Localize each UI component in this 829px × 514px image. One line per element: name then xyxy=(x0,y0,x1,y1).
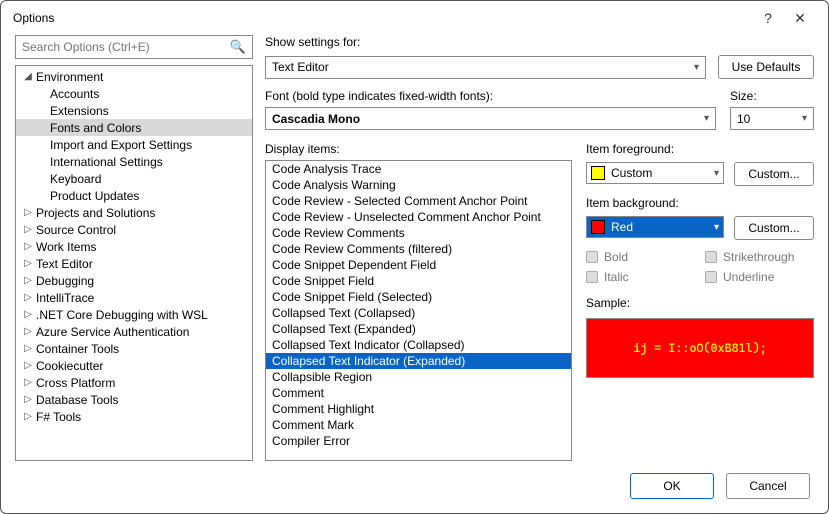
sample-preview: ij = I::oO(0xB81l); xyxy=(586,318,814,378)
font-label: Font (bold type indicates fixed-width fo… xyxy=(265,89,716,103)
tree-item[interactable]: ▷Cross Platform xyxy=(16,374,252,391)
item-foreground-label: Item foreground: xyxy=(586,142,814,156)
chevron-right-icon: ▷ xyxy=(22,343,34,354)
chevron-right-icon: ▷ xyxy=(22,292,34,303)
search-input[interactable] xyxy=(22,40,230,54)
list-item[interactable]: Code Review Comments xyxy=(266,225,571,241)
chevron-right-icon: ▷ xyxy=(22,394,34,405)
size-select[interactable]: 10 ▾ xyxy=(730,107,814,130)
chevron-right-icon: ▷ xyxy=(22,207,34,218)
close-button[interactable]: ✕ xyxy=(784,10,816,27)
list-item[interactable]: Code Snippet Dependent Field xyxy=(266,257,571,273)
foreground-swatch xyxy=(591,166,605,180)
tree-item[interactable]: ▷F# Tools xyxy=(16,408,252,425)
list-item[interactable]: Comment Highlight xyxy=(266,401,571,417)
tree-item[interactable]: ▷Database Tools xyxy=(16,391,252,408)
chevron-right-icon: ▷ xyxy=(22,309,34,320)
list-item[interactable]: Code Analysis Trace xyxy=(266,161,571,177)
tree-item[interactable]: ▷Container Tools xyxy=(16,340,252,357)
tree-item[interactable]: Extensions xyxy=(16,102,252,119)
font-select[interactable]: Cascadia Mono ▾ xyxy=(265,107,716,130)
chevron-down-icon: ◢ xyxy=(22,71,34,82)
list-item[interactable]: Code Snippet Field xyxy=(266,273,571,289)
cancel-button[interactable]: Cancel xyxy=(726,473,810,499)
chevron-right-icon: ▷ xyxy=(22,411,34,422)
strike-checkbox: Strikethrough xyxy=(705,250,814,264)
show-settings-value: Text Editor xyxy=(272,60,329,74)
tree-item[interactable]: Accounts xyxy=(16,85,252,102)
chevron-right-icon: ▷ xyxy=(22,224,34,235)
list-item[interactable]: Code Snippet Field (Selected) xyxy=(266,289,571,305)
tree-item[interactable]: ▷Source Control xyxy=(16,221,252,238)
chevron-right-icon: ▷ xyxy=(22,258,34,269)
list-item[interactable]: Compiler Error xyxy=(266,433,571,449)
font-value: Cascadia Mono xyxy=(272,112,360,126)
search-icon: 🔍 xyxy=(230,39,246,55)
tree-item[interactable]: International Settings xyxy=(16,153,252,170)
size-value: 10 xyxy=(737,112,750,126)
custom-fg-button[interactable]: Custom... xyxy=(734,162,814,186)
tree-item[interactable]: ▷Projects and Solutions xyxy=(16,204,252,221)
tree-item[interactable]: ▷Cookiecutter xyxy=(16,357,252,374)
tree-item[interactable]: Fonts and Colors xyxy=(16,119,252,136)
tree-item[interactable]: Keyboard xyxy=(16,170,252,187)
list-item[interactable]: Collapsed Text (Collapsed) xyxy=(266,305,571,321)
use-defaults-button[interactable]: Use Defaults xyxy=(718,55,814,79)
list-item[interactable]: Collapsed Text Indicator (Expanded) xyxy=(266,353,571,369)
list-item[interactable]: Comment xyxy=(266,385,571,401)
chevron-right-icon: ▷ xyxy=(22,377,34,388)
display-items-label: Display items: xyxy=(265,142,572,156)
foreground-value: Custom xyxy=(611,166,652,180)
size-label: Size: xyxy=(730,89,814,103)
chevron-down-icon: ▾ xyxy=(714,222,719,233)
chevron-right-icon: ▷ xyxy=(22,326,34,337)
window-title: Options xyxy=(13,11,752,25)
tree-item[interactable]: ▷Work Items xyxy=(16,238,252,255)
tree-item[interactable]: Product Updates xyxy=(16,187,252,204)
help-button[interactable]: ? xyxy=(752,10,784,26)
tree-item[interactable]: ▷IntelliTrace xyxy=(16,289,252,306)
search-box[interactable]: 🔍 xyxy=(15,35,253,59)
show-settings-label: Show settings for: xyxy=(265,35,814,49)
underline-checkbox: Underline xyxy=(705,270,814,284)
item-background-select[interactable]: Red ▾ xyxy=(586,216,724,238)
background-value: Red xyxy=(611,220,633,234)
list-item[interactable]: Collapsible Region xyxy=(266,369,571,385)
tree-item-environment[interactable]: ◢Environment xyxy=(16,68,252,85)
tree-item[interactable]: ▷Text Editor xyxy=(16,255,252,272)
list-item[interactable]: Code Review - Unselected Comment Anchor … xyxy=(266,209,571,225)
chevron-down-icon: ▾ xyxy=(694,62,699,73)
item-foreground-select[interactable]: Custom ▾ xyxy=(586,162,724,184)
chevron-down-icon: ▾ xyxy=(714,168,719,179)
ok-button[interactable]: OK xyxy=(630,473,714,499)
list-item[interactable]: Collapsed Text (Expanded) xyxy=(266,321,571,337)
list-item[interactable]: Comment Mark xyxy=(266,417,571,433)
background-swatch xyxy=(591,220,605,234)
bold-checkbox: Bold xyxy=(586,250,695,264)
chevron-right-icon: ▷ xyxy=(22,360,34,371)
category-tree[interactable]: ◢EnvironmentAccountsExtensionsFonts and … xyxy=(15,65,253,461)
tree-item[interactable]: ▷.NET Core Debugging with WSL xyxy=(16,306,252,323)
list-item[interactable]: Collapsed Text Indicator (Collapsed) xyxy=(266,337,571,353)
chevron-right-icon: ▷ xyxy=(22,275,34,286)
italic-checkbox: Italic xyxy=(586,270,695,284)
list-item[interactable]: Code Review - Selected Comment Anchor Po… xyxy=(266,193,571,209)
tree-item[interactable]: ▷Azure Service Authentication xyxy=(16,323,252,340)
tree-item[interactable]: Import and Export Settings xyxy=(16,136,252,153)
chevron-right-icon: ▷ xyxy=(22,241,34,252)
show-settings-select[interactable]: Text Editor ▾ xyxy=(265,56,706,79)
tree-item[interactable]: ▷Debugging xyxy=(16,272,252,289)
display-items-list[interactable]: Code Analysis TraceCode Analysis Warning… xyxy=(265,160,572,461)
chevron-down-icon: ▾ xyxy=(704,113,709,124)
custom-bg-button[interactable]: Custom... xyxy=(734,216,814,240)
list-item[interactable]: Code Analysis Warning xyxy=(266,177,571,193)
chevron-down-icon: ▾ xyxy=(802,113,807,124)
list-item[interactable]: Code Review Comments (filtered) xyxy=(266,241,571,257)
item-background-label: Item background: xyxy=(586,196,814,210)
sample-label: Sample: xyxy=(586,296,814,310)
